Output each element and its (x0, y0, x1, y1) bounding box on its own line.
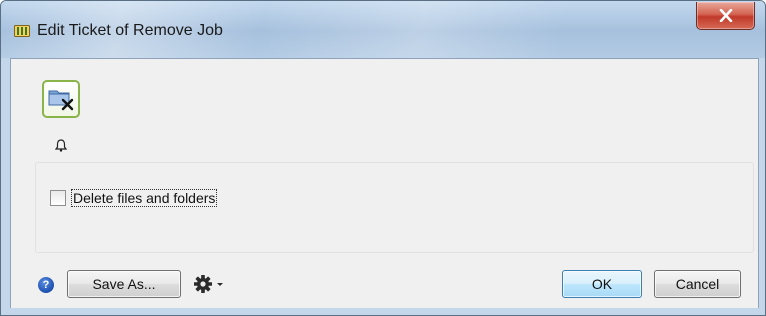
help-icon[interactable]: ? (38, 277, 54, 293)
close-icon (719, 9, 732, 22)
ticket-icon (14, 25, 30, 37)
options-panel: Delete files and folders (35, 162, 754, 253)
bell-icon[interactable] (55, 139, 67, 152)
save-as-button[interactable]: Save As... (67, 270, 181, 298)
close-button[interactable] (696, 2, 755, 30)
dialog-window: Edit Ticket of Remove Job Delete files a… (0, 0, 766, 316)
remove-folder-icon[interactable] (42, 80, 80, 118)
title-bar[interactable]: Edit Ticket of Remove Job (1, 1, 765, 58)
ok-button[interactable]: OK (562, 270, 642, 298)
dialog-content: Delete files and folders ? Save As... OK… (10, 58, 759, 308)
delete-files-label[interactable]: Delete files and folders (71, 189, 218, 207)
folder-x-icon (48, 90, 74, 111)
chevron-down-icon (217, 283, 223, 286)
gear-icon (194, 275, 223, 293)
delete-files-checkbox[interactable] (50, 190, 66, 206)
window-title: Edit Ticket of Remove Job (37, 22, 223, 39)
cancel-button[interactable]: Cancel (654, 270, 741, 298)
gear-menu-button[interactable] (193, 273, 229, 295)
